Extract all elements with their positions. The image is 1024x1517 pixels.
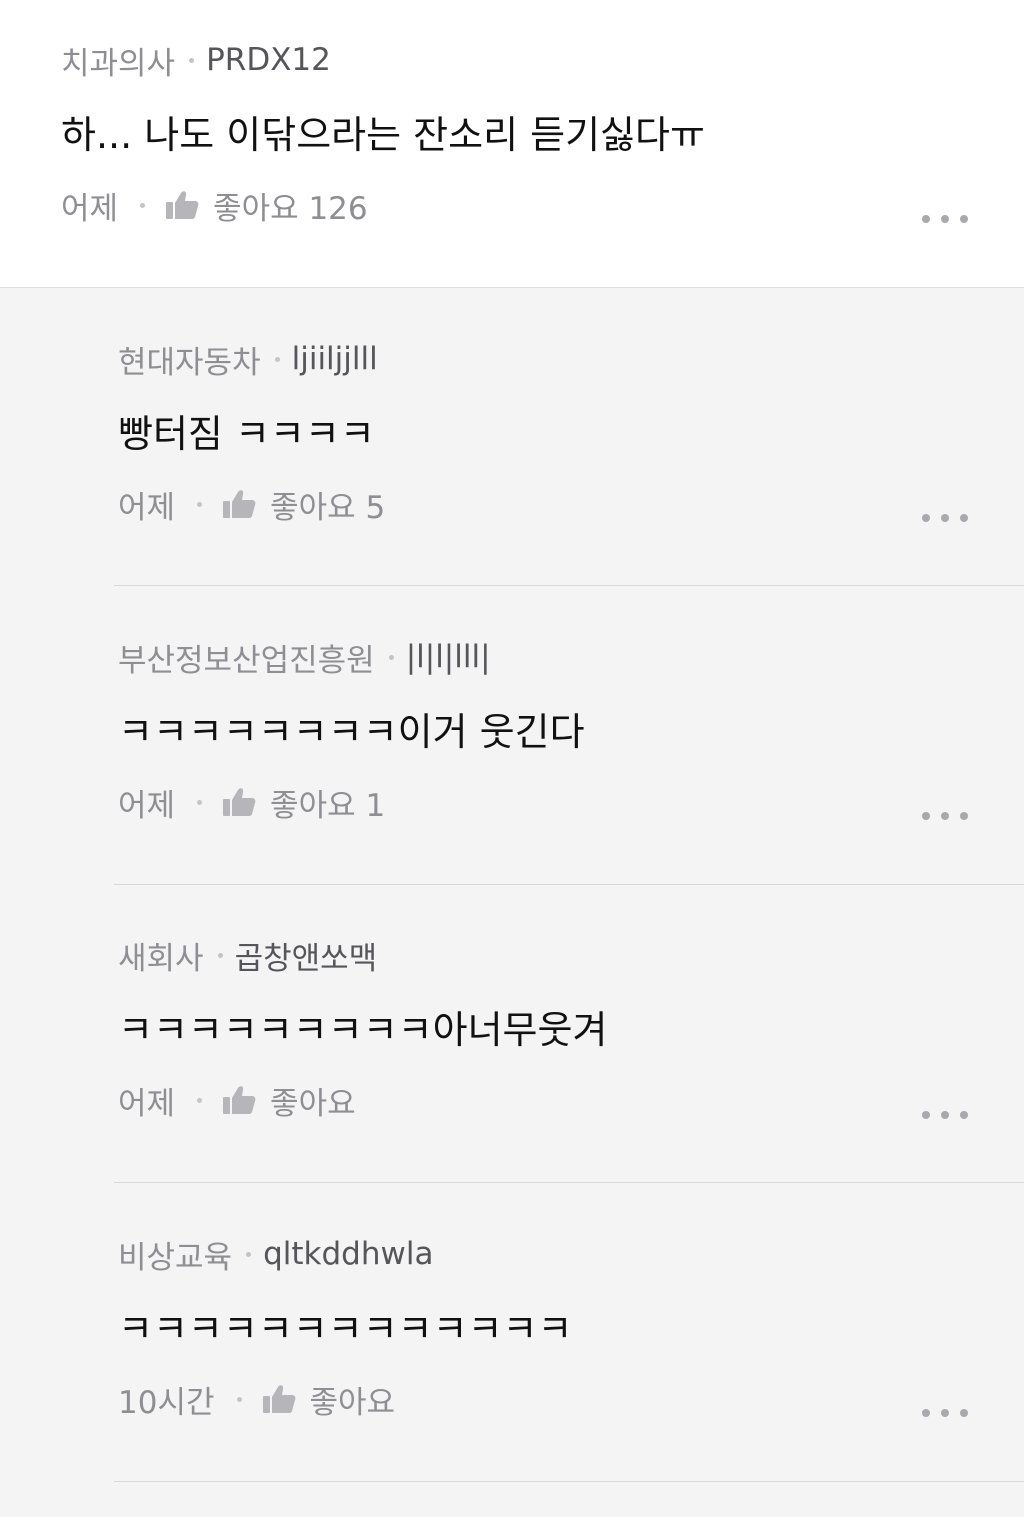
more-dot [960,514,968,522]
more-dot [941,215,949,223]
comment-footer: 어제 좋아요 5 [118,482,385,527]
separator-dot [197,799,203,805]
more-options-button[interactable] [922,209,968,229]
comment-time: 어제 [61,190,119,227]
more-options-button[interactable] [922,806,968,826]
more-options-button[interactable] [922,508,968,528]
company-label: 치과의사 [61,45,176,82]
comment-footer: 어제 좋아요 126 [61,183,368,228]
author-nickname[interactable]: |l|l|lll| [406,639,491,675]
thumbs-up-icon [223,1086,256,1114]
comment-footer: 10시간 좋아요 [118,1377,396,1422]
comment-time: 어제 [118,1085,176,1122]
more-dot [922,514,930,522]
author-nickname[interactable]: PRDX12 [206,42,331,78]
separator-dot [217,952,223,958]
separator-dot [236,1396,242,1402]
author-nickname[interactable]: ljiiljjlll [292,341,378,377]
separator-dot [197,501,203,507]
comment-text: 빵터짐 ㅋㅋㅋㅋ [118,412,375,456]
comment-item: 치과의사 PRDX12 하... 나도 이닦으라는 잔소리 듣기싫다ㅠ 어제 좋… [61,40,1024,260]
like-button[interactable]: 좋아요 [222,1078,356,1123]
author-nickname[interactable]: 곱창앤쏘맥 [235,933,378,978]
reply-item: 비상교육 qltkddhwla ㅋㅋㅋㅋㅋㅋㅋㅋㅋㅋㅋㅋㅋ 10시간 좋아요 [118,1234,1024,1454]
more-dot [941,1111,949,1119]
separator-dot [246,1251,252,1257]
company-label: 부산정보산업진흥원 [118,642,375,679]
comment-text: ㅋㅋㅋㅋㅋㅋㅋㅋㅋ아너무웃겨 [118,1008,608,1052]
comment-text: ㅋㅋㅋㅋㅋㅋㅋㅋㅋㅋㅋㅋㅋ [118,1307,573,1351]
thumbs-up-icon [166,191,199,219]
reply-divider [114,585,1024,586]
more-dot [922,1409,930,1417]
more-dot [960,215,968,223]
comment-text: ㅋㅋㅋㅋㅋㅋㅋㅋ이거 웃긴다 [118,710,585,754]
reply-divider [114,1182,1024,1183]
comment-meta: 현대자동차 ljiiljjlll [118,339,378,381]
company-label: 비상교육 [118,1239,233,1276]
like-count: 좋아요 1 [270,787,386,824]
reply-divider [114,1481,1024,1482]
comment-time: 어제 [118,489,176,526]
comment-footer: 어제 좋아요 [118,1078,356,1123]
separator-dot [140,202,146,208]
separator-dot [189,57,195,63]
more-dot [960,812,968,820]
separator-dot [274,356,280,362]
author-nickname[interactable]: qltkddhwla [263,1236,433,1272]
like-count: 좋아요 5 [270,489,386,526]
like-count: 좋아요 126 [213,190,368,227]
comment-meta: 비상교육 qltkddhwla [118,1234,433,1276]
comment-meta: 새회사 곱창앤쏘맥 [118,933,378,978]
thumbs-up-icon [223,490,256,518]
separator-dot [388,654,394,660]
more-options-button[interactable] [922,1105,968,1125]
like-button[interactable]: 좋아요 126 [165,183,368,228]
reply-item: 새회사 곱창앤쏘맥 ㅋㅋㅋㅋㅋㅋㅋㅋㅋ아너무웃겨 어제 좋아요 [118,935,1024,1155]
more-dot [941,514,949,522]
like-button[interactable]: 좋아요 5 [222,482,385,527]
comment-footer: 어제 좋아요 1 [118,780,385,825]
more-dot [941,812,949,820]
reply-divider [114,884,1024,885]
reply-item: 부산정보산업진흥원 |l|l|lll| ㅋㅋㅋㅋㅋㅋㅋㅋ이거 웃긴다 어제 좋아… [118,637,1024,857]
like-button[interactable]: 좋아요 1 [222,780,385,825]
reply-item: 현대자동차 ljiiljjlll 빵터짐 ㅋㅋㅋㅋ 어제 좋아요 5 [118,339,1024,559]
thumbs-up-icon [262,1385,295,1413]
like-button[interactable]: 좋아요 [262,1377,396,1422]
thumbs-up-icon [223,788,256,816]
like-count: 좋아요 [270,1085,356,1122]
more-dot [922,812,930,820]
comment-time: 10시간 [118,1384,215,1421]
comment-text: 하... 나도 이닦으라는 잔소리 듣기싫다ㅠ [61,113,705,157]
more-dot [922,215,930,223]
more-dot [922,1111,930,1119]
company-label: 새회사 [118,940,204,977]
company-label: 현대자동차 [118,344,261,381]
separator-dot [197,1097,203,1103]
comment-meta: 치과의사 PRDX12 [61,40,331,82]
more-options-button[interactable] [922,1403,968,1423]
like-count: 좋아요 [309,1384,396,1421]
comment-meta: 부산정보산업진흥원 |l|l|lll| [118,637,491,679]
more-dot [960,1111,968,1119]
comment-time: 어제 [118,787,176,824]
more-dot [941,1409,949,1417]
more-dot [960,1409,968,1417]
